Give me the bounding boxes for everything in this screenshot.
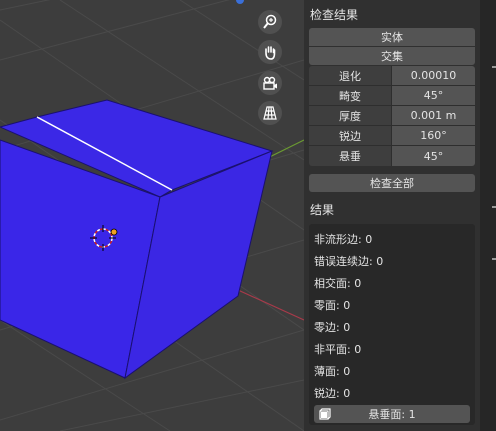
hand-pan-icon[interactable] (258, 40, 282, 64)
camera-icon[interactable] (258, 71, 282, 95)
param-row-degenerate: 退化 0.00010 (309, 66, 475, 86)
param-row-distort: 畸变 45° (309, 86, 475, 106)
grid-view-icon[interactable] (258, 101, 282, 125)
parameter-grid: 退化 0.00010 畸变 45° 厚度 0.001 m 锐边 160° 悬垂 … (309, 66, 475, 166)
check-results-panel: 检查结果 实体 交集 退化 0.00010 畸变 45° 厚度 0.001 m … (304, 0, 480, 431)
sharp-field[interactable]: 160° (392, 126, 475, 146)
zoom-icon[interactable] (258, 10, 282, 34)
list-item: 非平面: 0 (314, 343, 362, 356)
sidebar-tick (492, 66, 496, 68)
sidebar-tick (492, 258, 496, 260)
intersect-button[interactable]: 交集 (309, 47, 475, 65)
overhang-faces-button[interactable]: 悬垂面: 1 (314, 405, 470, 423)
object-origin-dot (110, 228, 118, 236)
face-select-icon (319, 408, 331, 423)
param-label: 悬垂 (309, 146, 392, 166)
list-item: 零面: 0 (314, 299, 351, 312)
param-label: 畸变 (309, 86, 392, 106)
solid-button[interactable]: 实体 (309, 28, 475, 46)
list-item: 相交面: 0 (314, 277, 362, 290)
z-axis-gizmo-dot[interactable] (236, 0, 244, 4)
results-list: 非流形边: 0 错误连续边: 0 相交面: 0 零面: 0 零边: 0 非平面:… (309, 224, 475, 425)
list-item: 零边: 0 (314, 321, 351, 334)
distort-field[interactable]: 45° (392, 86, 475, 106)
list-item: 薄面: 0 (314, 365, 351, 378)
overhang-faces-label: 悬垂面: 1 (368, 408, 416, 421)
right-sidebar-edge (480, 0, 496, 431)
param-row-sharp: 锐边 160° (309, 126, 475, 146)
3d-viewport[interactable] (0, 0, 304, 431)
param-row-thickness: 厚度 0.001 m (309, 106, 475, 126)
list-item: 锐边: 0 (314, 387, 351, 400)
param-label: 退化 (309, 66, 392, 86)
panel-title: 检查结果 (310, 8, 359, 22)
sidebar-tick (492, 206, 496, 208)
param-label: 厚度 (309, 106, 392, 126)
list-item: 非流形边: 0 (314, 233, 373, 246)
param-row-overhang: 悬垂 45° (309, 146, 475, 166)
thickness-field[interactable]: 0.001 m (392, 106, 475, 126)
param-label: 锐边 (309, 126, 392, 146)
results-title: 结果 (310, 203, 335, 217)
overhang-field[interactable]: 45° (392, 146, 475, 166)
scene-canvas[interactable] (0, 0, 304, 431)
check-all-button[interactable]: 检查全部 (309, 174, 475, 192)
degenerate-field[interactable]: 0.00010 (392, 66, 475, 86)
selected-mesh-cube[interactable] (0, 99, 274, 380)
list-item: 错误连续边: 0 (314, 255, 384, 268)
